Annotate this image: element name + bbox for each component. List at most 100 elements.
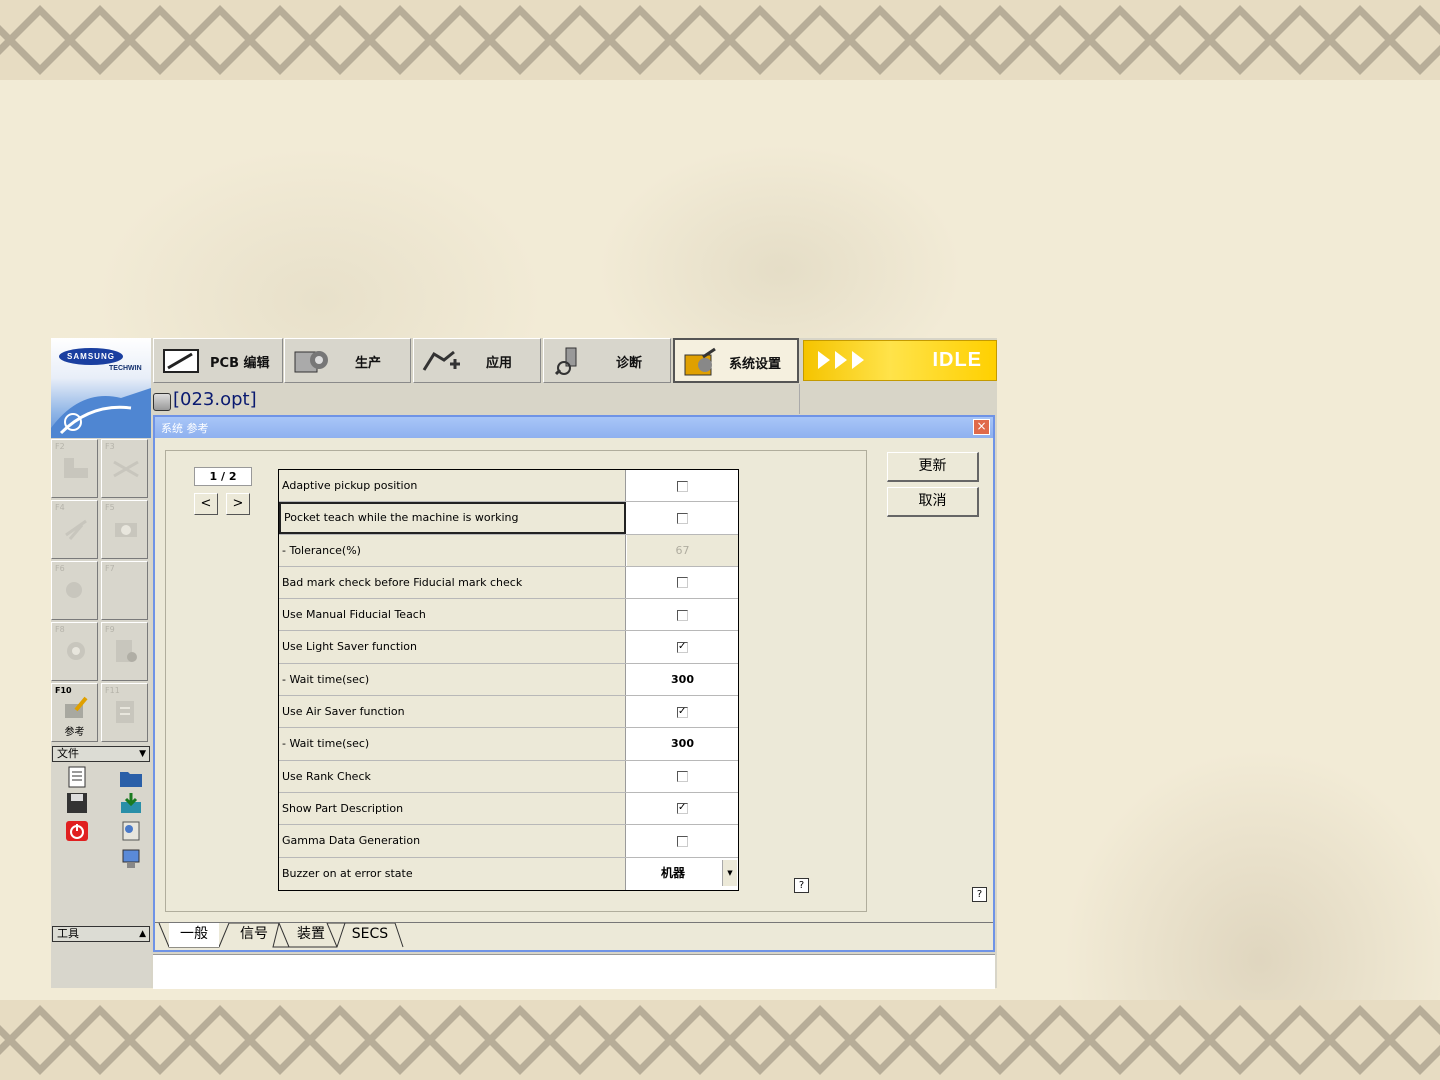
setting-value-cell: 67: [627, 534, 738, 566]
file-section-label: 文件: [57, 747, 79, 760]
setting-value-cell: [627, 470, 738, 501]
tab-application[interactable]: 应用: [413, 338, 541, 383]
system-reference-dialog: 系统 参考 × 1 / 2 < > Adaptive pickup positi…: [153, 415, 995, 952]
tab-label: 生产: [355, 356, 382, 371]
settings-row: Buzzer on at error state 机器 ▼: [279, 857, 738, 890]
setting-checkbox[interactable]: [677, 512, 688, 524]
tools-section-label: 工具: [57, 927, 79, 940]
fkey-f4[interactable]: F4: [51, 500, 98, 559]
setting-checkbox[interactable]: [677, 609, 688, 621]
setting-value-cell: 机器 ▼: [627, 858, 738, 890]
fkey-f10-reference[interactable]: F10 参考: [51, 683, 98, 742]
fkey-f9[interactable]: F9: [101, 622, 148, 681]
save-disk-icon[interactable]: [65, 792, 89, 814]
feeder-icon: [64, 458, 88, 478]
close-button[interactable]: ×: [973, 419, 990, 435]
fkey-f6[interactable]: F6: [51, 561, 98, 620]
setting-checkbox[interactable]: [677, 771, 688, 783]
dialog-help-button[interactable]: ?: [972, 887, 987, 902]
chevron-down-icon[interactable]: ▼: [722, 859, 737, 886]
setting-label: Use Air Saver function: [279, 696, 626, 728]
setting-checkbox[interactable]: [677, 835, 688, 847]
setting-value-cell: 300: [627, 664, 738, 695]
logo-graphic-icon: [51, 388, 151, 438]
cancel-button[interactable]: 取消: [887, 487, 979, 517]
import-icon[interactable]: [119, 792, 143, 814]
tab-general[interactable]: 一般: [169, 923, 219, 947]
file-section-header[interactable]: 文件 ▼: [52, 746, 150, 762]
fkey-label: F7: [105, 564, 115, 573]
main-tab-bar: PCB 编辑 生产 应用 诊断 系统设置: [153, 338, 801, 384]
fkey-label: F4: [55, 503, 65, 512]
status-text: IDLE: [932, 349, 982, 371]
setting-value-cell: 300: [627, 728, 738, 759]
setting-label: - Wait time(sec): [279, 728, 626, 760]
fkey-sub-label: 参考: [64, 727, 85, 738]
gear-icon: [67, 642, 85, 660]
setting-value-cell: [627, 761, 738, 792]
tab-label: 诊断: [616, 356, 643, 371]
logo-techwin-text: TECHWIN: [109, 365, 142, 372]
next-page-button[interactable]: >: [226, 493, 250, 515]
new-document-icon[interactable]: [65, 766, 89, 788]
tab-pcb-edit[interactable]: PCB 编辑: [153, 338, 283, 383]
help-button[interactable]: ?: [794, 878, 809, 893]
settings-row: Use Air Saver function: [279, 696, 738, 729]
setting-value-cell: [627, 696, 738, 727]
settings-row: Gamma Data Generation: [279, 825, 738, 858]
open-folder-icon[interactable]: [119, 766, 143, 788]
play-arrows-icon: [818, 351, 864, 369]
tab-device[interactable]: 装置: [285, 923, 337, 947]
settings-tab-bar: 一般 信号 装置 SECS: [155, 922, 993, 951]
settings-row: Use Light Saver function: [279, 631, 738, 664]
tab-diagnosis[interactable]: 诊断: [543, 338, 671, 383]
tab-system-settings[interactable]: 系统设置: [673, 338, 799, 383]
setting-label: Use Rank Check: [279, 760, 626, 792]
setting-checkbox[interactable]: [677, 641, 688, 653]
update-button[interactable]: 更新: [887, 452, 979, 482]
tab-label: PCB 编辑: [210, 356, 270, 371]
buzzer-select[interactable]: 机器 ▼: [627, 858, 738, 890]
fkey-label: F2: [55, 442, 65, 451]
setting-checkbox[interactable]: [677, 480, 688, 492]
power-icon[interactable]: [65, 820, 89, 842]
settings-list-icon[interactable]: [119, 820, 143, 842]
fkey-f5[interactable]: F5: [101, 500, 148, 559]
setting-value-input[interactable]: 300: [671, 737, 694, 750]
tab-production[interactable]: 生产: [284, 338, 411, 383]
setting-checkbox[interactable]: [677, 706, 688, 718]
file-name-bar: [023.opt]: [153, 388, 799, 414]
settings-row: - Tolerance(%) 67: [279, 534, 738, 567]
application-window: SAMSUNG TECHWIN F2 F3 F4 F5 F6 F7 F8 F9 …: [51, 338, 997, 989]
fkey-f2[interactable]: F2: [51, 439, 98, 498]
network-computer-icon[interactable]: [119, 848, 143, 870]
left-toolbar: SAMSUNG TECHWIN F2 F3 F4 F5 F6 F7 F8 F9 …: [51, 338, 151, 988]
setting-checkbox[interactable]: [677, 577, 688, 589]
fkey-f3[interactable]: F3: [101, 439, 148, 498]
dialog-title-bar: 系统 参考 ×: [155, 417, 993, 438]
setting-checkbox[interactable]: [677, 803, 688, 815]
setting-label: Bad mark check before Fiducial mark chec…: [279, 566, 626, 599]
setting-label: Use Light Saver function: [279, 631, 626, 663]
setting-label: - Wait time(sec): [279, 663, 626, 696]
logo-samsung-text: SAMSUNG: [59, 348, 123, 365]
fkey-f7[interactable]: F7: [101, 561, 148, 620]
tab-label: 系统设置: [729, 357, 782, 372]
fkey-f8[interactable]: F8: [51, 622, 98, 681]
tab-signal[interactable]: 信号: [229, 923, 279, 947]
settings-row: Pocket teach while the machine is workin…: [279, 502, 738, 535]
fkey-f11[interactable]: F11: [101, 683, 148, 742]
tab-label: 应用: [486, 356, 513, 371]
prev-page-button[interactable]: <: [194, 493, 218, 515]
diagnosis-icon: [554, 347, 577, 376]
setting-label: - Tolerance(%): [279, 534, 626, 566]
setting-value-input[interactable]: 300: [671, 673, 694, 686]
select-value: 机器: [660, 865, 685, 880]
setting-label: Buzzer on at error state: [279, 857, 626, 890]
tab-secs[interactable]: SECS: [341, 923, 399, 947]
tools-section-header[interactable]: 工具 ▲: [52, 926, 150, 942]
decorative-border-bottom: [0, 1000, 1440, 1080]
settings-row: Show Part Description: [279, 792, 738, 826]
fkey-label: F3: [105, 442, 115, 451]
camera-icon: [115, 523, 137, 537]
